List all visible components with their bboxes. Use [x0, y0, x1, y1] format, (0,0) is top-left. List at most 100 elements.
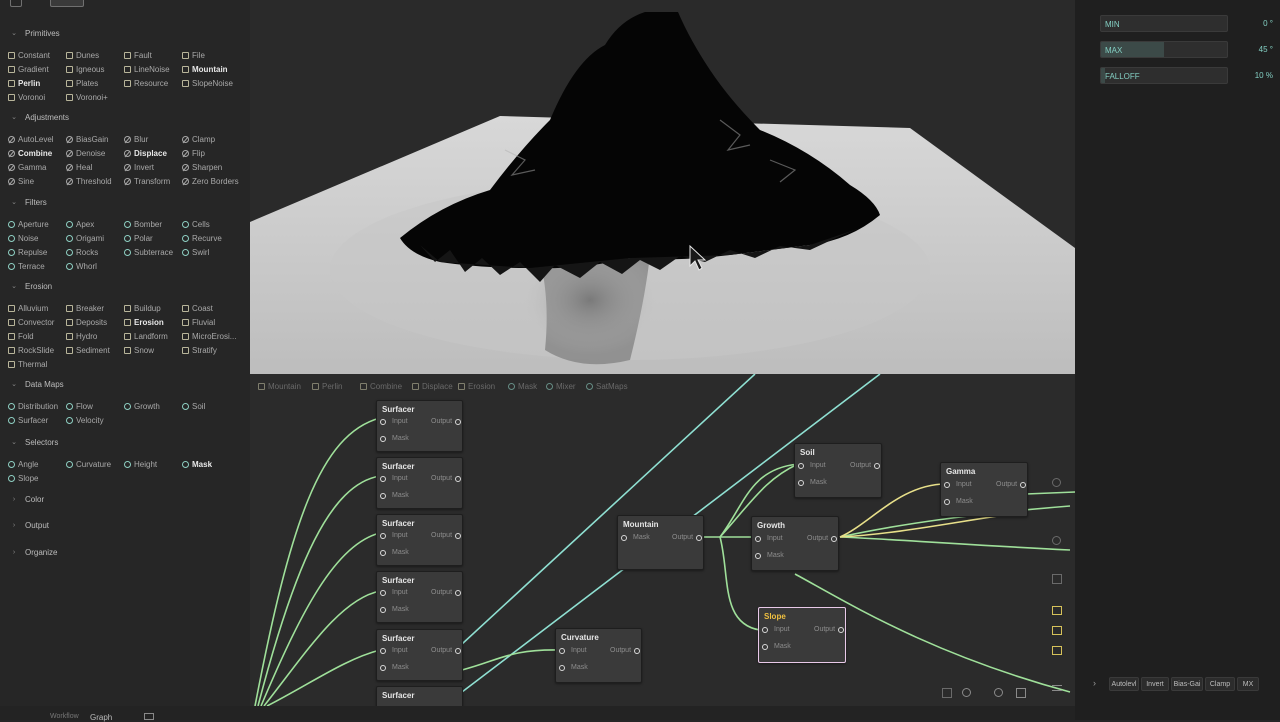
input-port[interactable] — [380, 476, 386, 482]
lock-icon[interactable] — [1052, 536, 1061, 545]
library-item[interactable]: BiasGain — [66, 134, 124, 144]
library-item[interactable]: Displace — [124, 148, 182, 158]
output-port[interactable] — [455, 533, 461, 539]
section-color[interactable]: › Color — [10, 493, 44, 505]
output-port[interactable] — [455, 476, 461, 482]
library-item[interactable]: Stratify — [182, 345, 242, 355]
library-item[interactable]: Buildup — [124, 303, 182, 313]
input-port[interactable] — [380, 590, 386, 596]
frame-icon[interactable] — [1052, 606, 1062, 615]
mask-port[interactable] — [944, 499, 950, 505]
library-item[interactable]: Sharpen — [182, 162, 242, 172]
output-port[interactable] — [455, 590, 461, 596]
library-item[interactable]: Polar — [124, 233, 182, 243]
library-item[interactable]: Convector — [8, 317, 66, 327]
library-item[interactable]: Sediment — [66, 345, 124, 355]
max-slider[interactable]: MAX — [1100, 41, 1228, 58]
node-mountain[interactable]: Mountain Mask Output — [617, 515, 704, 570]
library-item[interactable]: Cells — [182, 219, 242, 229]
graph-tab[interactable]: Combine — [360, 382, 402, 391]
mask-port[interactable] — [762, 644, 768, 650]
library-item[interactable]: Curvature — [66, 459, 124, 469]
library-item[interactable]: Alluvium — [8, 303, 66, 313]
output-port[interactable] — [838, 627, 844, 633]
library-item[interactable]: Snow — [124, 345, 182, 355]
library-item[interactable]: Threshold — [66, 176, 124, 186]
bottom-tab[interactable]: Invert — [1141, 677, 1169, 691]
library-item[interactable]: Rocks — [66, 247, 124, 257]
library-item[interactable]: Sine — [8, 176, 66, 186]
library-item[interactable]: Fluvial — [182, 317, 242, 327]
section-primitives[interactable]: ⌄ Primitives — [10, 27, 60, 39]
section-erosion[interactable]: ⌄ Erosion — [10, 280, 52, 292]
3d-viewport[interactable] — [250, 0, 1075, 374]
input-port[interactable] — [380, 533, 386, 539]
library-item[interactable]: Invert — [124, 162, 182, 172]
library-item[interactable]: Fault — [124, 50, 182, 60]
library-item[interactable]: Gamma — [8, 162, 66, 172]
library-item[interactable]: Distribution — [8, 401, 66, 411]
mask-port[interactable] — [755, 553, 761, 559]
node-surfacer[interactable]: Surfacer Input Output Mask — [376, 400, 463, 452]
mask-port[interactable] — [559, 665, 565, 671]
node-surfacer[interactable]: Surfacer Input Output Mask — [376, 571, 463, 623]
prop-max[interactable]: MAX 45 ° — [1100, 41, 1280, 59]
library-item[interactable]: Growth — [124, 401, 182, 411]
graph-tab[interactable]: Erosion — [458, 382, 495, 391]
library-item[interactable]: Blur — [124, 134, 182, 144]
library-item[interactable]: Swirl — [182, 247, 242, 257]
library-item[interactable]: Soil — [182, 401, 242, 411]
graph-tab[interactable]: Perlin — [312, 382, 342, 391]
library-item[interactable]: Surfacer — [8, 415, 66, 425]
library-item[interactable]: Plates — [66, 78, 124, 88]
mask-port[interactable] — [380, 607, 386, 613]
library-item[interactable]: Noise — [8, 233, 66, 243]
node-surfacer[interactable]: Surfacer Input Output Mask — [376, 629, 463, 681]
grid-icon[interactable] — [1052, 646, 1062, 655]
node-graph-editor[interactable]: Mountain Perlin Combine Displace Erosion Mask… — [250, 374, 1075, 706]
library-item[interactable]: Slope — [8, 473, 66, 483]
output-port[interactable] — [874, 463, 880, 469]
section-adjustments[interactable]: ⌄ Adjustments — [10, 111, 69, 123]
node-surfacer[interactable]: Surfacer Input Output Mask — [376, 514, 463, 566]
library-item[interactable]: Velocity — [66, 415, 124, 425]
chevron-right-icon[interactable]: › — [1093, 678, 1096, 688]
prop-falloff[interactable]: FALLOFF 10 % — [1100, 67, 1280, 85]
input-port[interactable] — [380, 419, 386, 425]
graph-label[interactable]: Graph — [90, 713, 112, 722]
menu-icon[interactable] — [1052, 685, 1062, 691]
library-item[interactable]: Flip — [182, 148, 242, 158]
mask-port[interactable] — [380, 436, 386, 442]
library-item[interactable]: Combine — [8, 148, 66, 158]
node-growth[interactable]: Growth Input Output Mask — [751, 516, 839, 571]
section-data-maps[interactable]: ⌄ Data Maps — [10, 378, 64, 390]
library-item[interactable]: Perlin — [8, 78, 66, 88]
section-organize[interactable]: › Organize — [10, 546, 58, 558]
output-port[interactable] — [455, 419, 461, 425]
library-item[interactable]: Apex — [66, 219, 124, 229]
input-port[interactable] — [798, 463, 804, 469]
library-item[interactable]: MicroErosi... — [182, 331, 242, 341]
library-item[interactable]: Resource — [124, 78, 182, 88]
bottom-tab[interactable]: Bias-Gai — [1171, 677, 1203, 691]
library-item[interactable]: Origami — [66, 233, 124, 243]
library-item[interactable]: Constant — [8, 50, 66, 60]
search-icon[interactable] — [962, 688, 971, 697]
node-surfacer[interactable]: Surfacer Input Output Mask — [376, 457, 463, 509]
node-surfacer[interactable]: Surfacer — [376, 686, 463, 706]
section-selectors[interactable]: ⌄ Selectors — [10, 436, 58, 448]
output-port[interactable] — [634, 648, 640, 654]
prop-min[interactable]: MIN 0 ° — [1100, 15, 1280, 33]
menu-icon[interactable] — [10, 0, 22, 7]
library-item[interactable]: Zero Borders — [182, 176, 242, 186]
node-soil[interactable]: Soil Input Output Mask — [794, 443, 882, 498]
falloff-value[interactable]: 10 % — [1230, 71, 1273, 80]
refresh-icon[interactable] — [994, 688, 1003, 697]
library-item[interactable]: Repulse — [8, 247, 66, 257]
library-item[interactable]: File — [182, 50, 242, 60]
input-port[interactable] — [762, 627, 768, 633]
library-item[interactable]: RockSlide — [8, 345, 66, 355]
library-item[interactable]: Erosion — [124, 317, 182, 327]
input-port[interactable] — [755, 536, 761, 542]
library-item[interactable]: Igneous — [66, 64, 124, 74]
